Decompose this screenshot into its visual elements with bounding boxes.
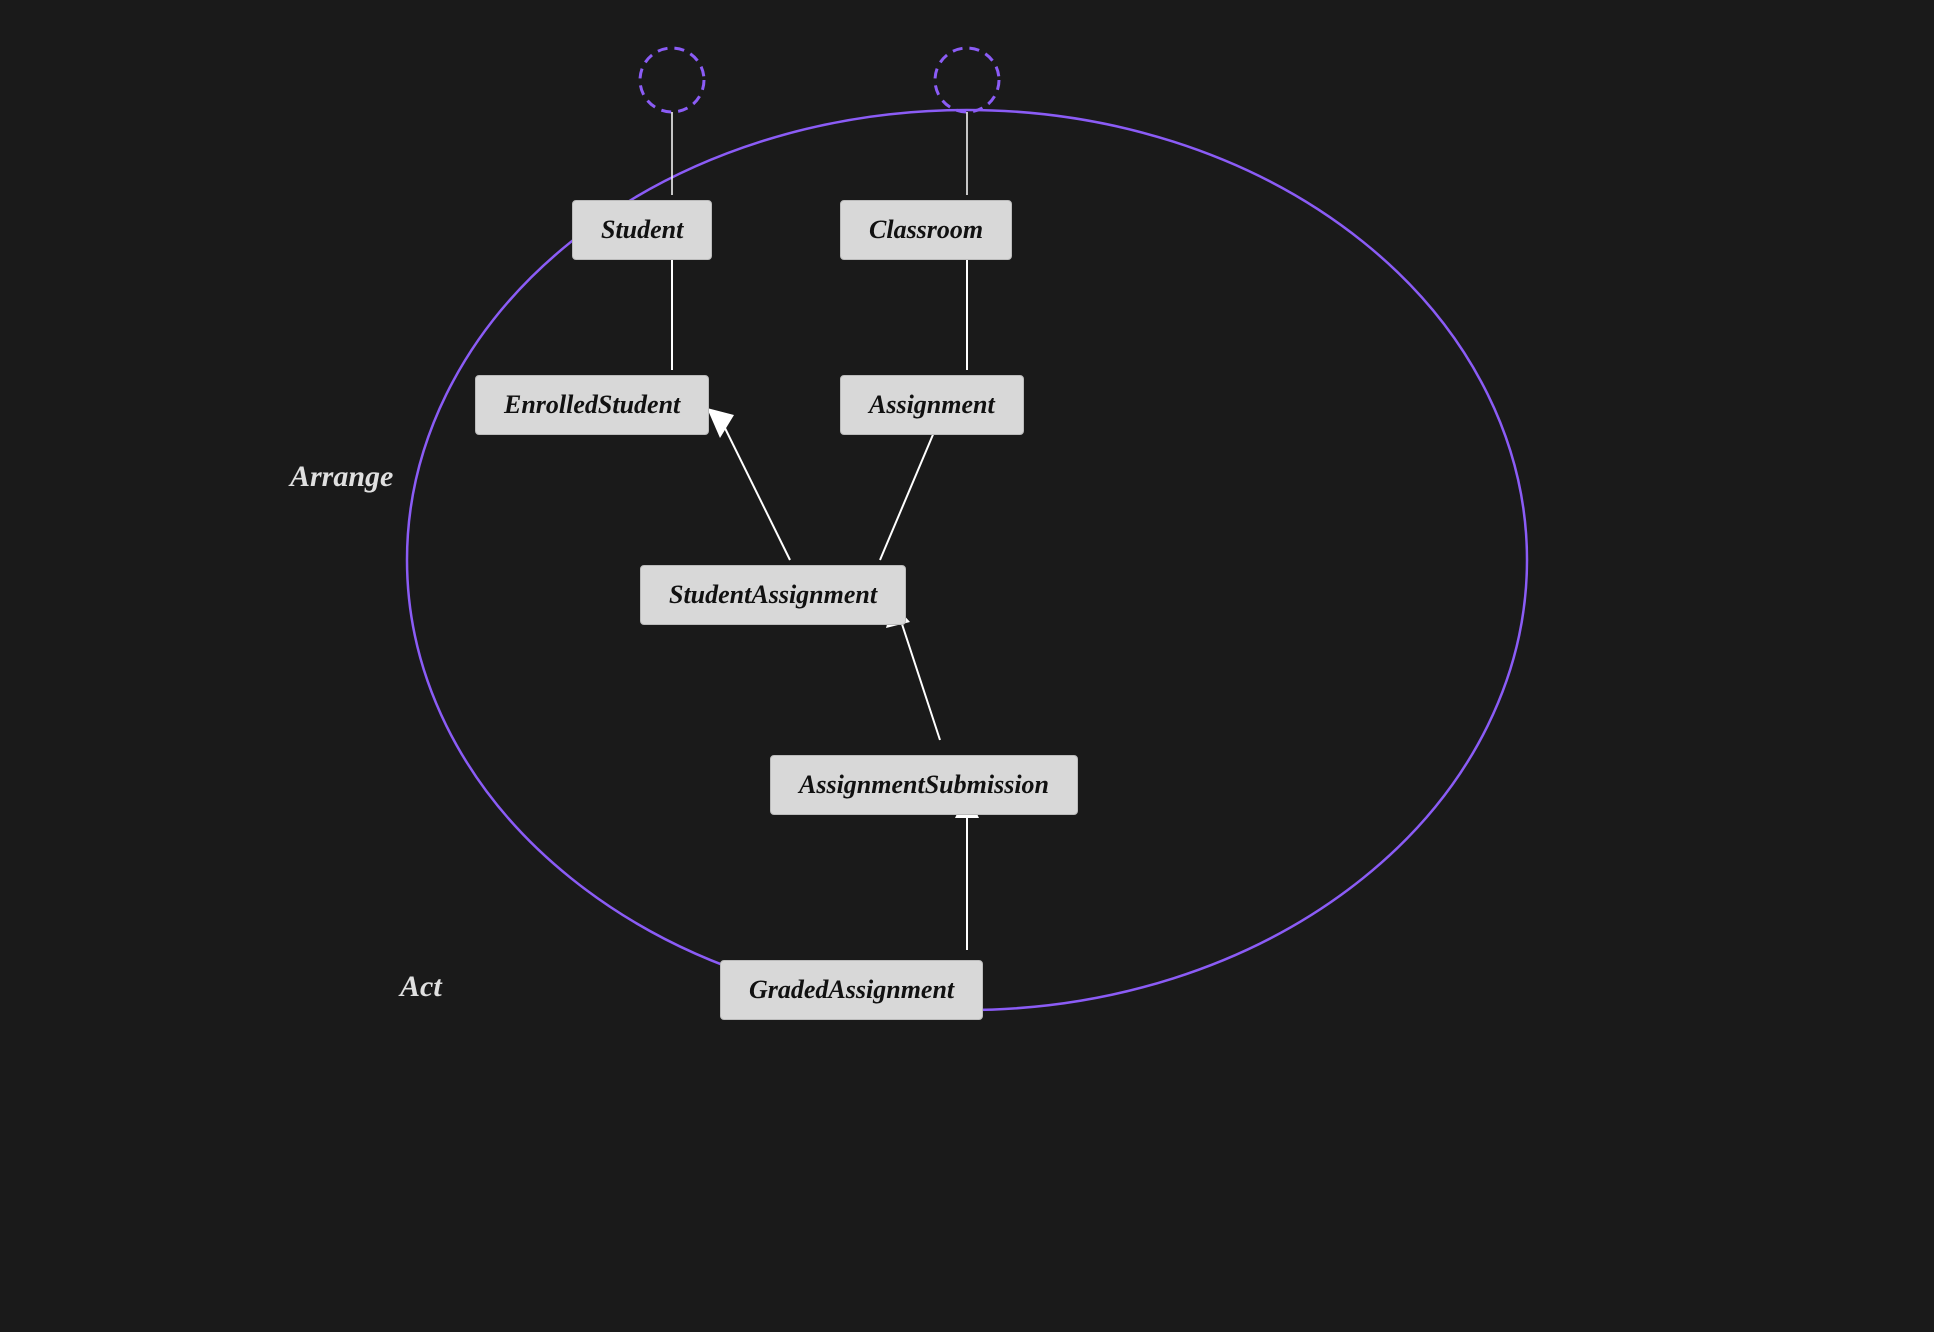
diagram-container: Student Classroom EnrolledStudent Assign… (0, 0, 1934, 1332)
node-ga-label: GradedAssignment (749, 975, 954, 1004)
node-enrolled-label: EnrolledStudent (504, 390, 680, 419)
node-student-assignment: StudentAssignment (640, 565, 906, 625)
line-sa-to-enrolled (720, 418, 790, 560)
node-enrolled-student: EnrolledStudent (475, 375, 709, 435)
node-assignment: Assignment (840, 375, 1024, 435)
line-as-to-sa (900, 618, 940, 740)
dashed-circle-right (935, 48, 999, 112)
arrow-sa-to-enrolled (707, 408, 734, 438)
node-classroom: Classroom (840, 200, 1012, 260)
node-classroom-label: Classroom (869, 215, 983, 244)
line-sa-to-assignment (880, 418, 940, 560)
node-assignment-submission: AssignmentSubmission (770, 755, 1078, 815)
node-assignment-label: Assignment (869, 390, 995, 419)
node-graded-assignment: GradedAssignment (720, 960, 983, 1020)
node-as-label: AssignmentSubmission (799, 770, 1049, 799)
node-student: Student (572, 200, 712, 260)
node-sa-label: StudentAssignment (669, 580, 877, 609)
arrange-label: Arrange (290, 460, 393, 494)
dashed-circle-left (640, 48, 704, 112)
node-student-label: Student (601, 215, 683, 244)
act-label: Act (400, 970, 442, 1004)
